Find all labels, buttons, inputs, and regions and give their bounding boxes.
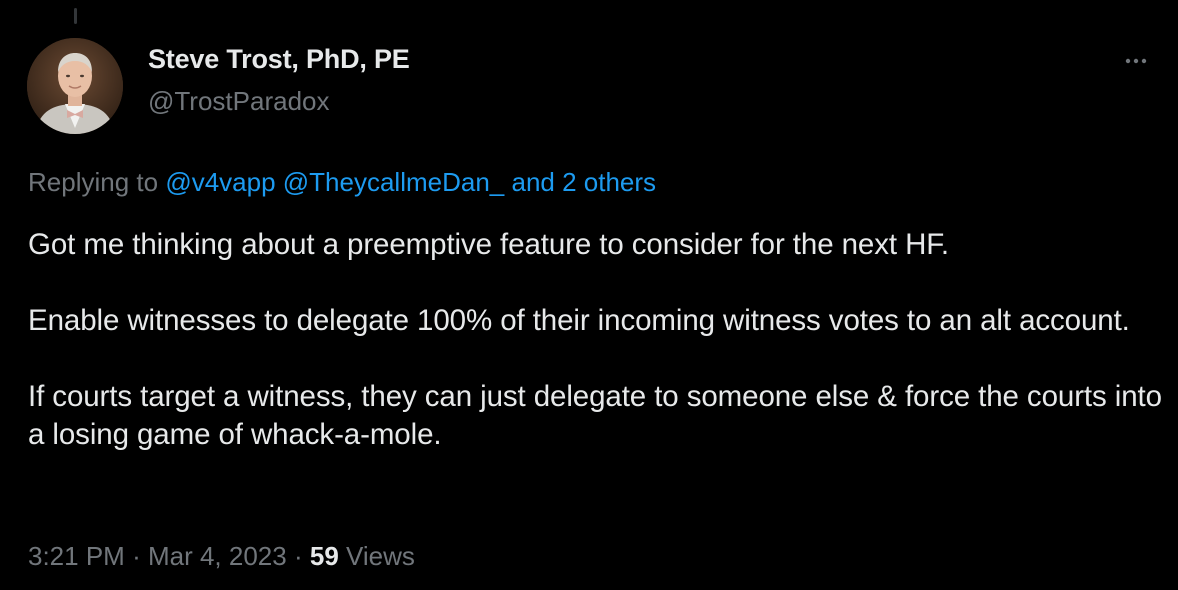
mention-link[interactable]: @v4vapp bbox=[165, 167, 275, 197]
tweet-text: Got me thinking about a preemptive featu… bbox=[28, 226, 1163, 454]
meta-separator: · bbox=[293, 541, 303, 571]
tweet-meta: 3:21 PM · Mar 4, 2023 · 59 Views bbox=[28, 541, 415, 572]
avatar[interactable] bbox=[27, 38, 123, 134]
author-display-name[interactable]: Steve Trost, PhD, PE bbox=[148, 44, 410, 75]
views-label: Views bbox=[346, 541, 415, 571]
thread-connector-line bbox=[74, 8, 77, 24]
tweet-time[interactable]: 3:21 PM bbox=[28, 541, 125, 571]
tweet-date[interactable]: Mar 4, 2023 bbox=[148, 541, 287, 571]
tweet-paragraph: Enable witnesses to delegate 100% of the… bbox=[28, 304, 1130, 337]
others-link[interactable]: and 2 others bbox=[512, 167, 657, 197]
avatar-photo bbox=[27, 38, 123, 134]
author-handle[interactable]: @TrostParadox bbox=[148, 86, 330, 117]
more-horizontal-icon bbox=[1125, 58, 1147, 64]
replying-to-line: Replying to @v4vapp @TheycallmeDan_ and … bbox=[28, 167, 656, 198]
replying-to-label: Replying to bbox=[28, 167, 159, 197]
mention-link[interactable]: @TheycallmeDan_ bbox=[283, 167, 504, 197]
meta-separator: · bbox=[132, 541, 141, 571]
more-options-button[interactable] bbox=[1118, 46, 1154, 76]
tweet-paragraph: If courts target a witness, they can jus… bbox=[28, 380, 1162, 451]
views-count: 59 bbox=[309, 541, 339, 571]
tweet-paragraph: Got me thinking about a preemptive featu… bbox=[28, 228, 950, 261]
